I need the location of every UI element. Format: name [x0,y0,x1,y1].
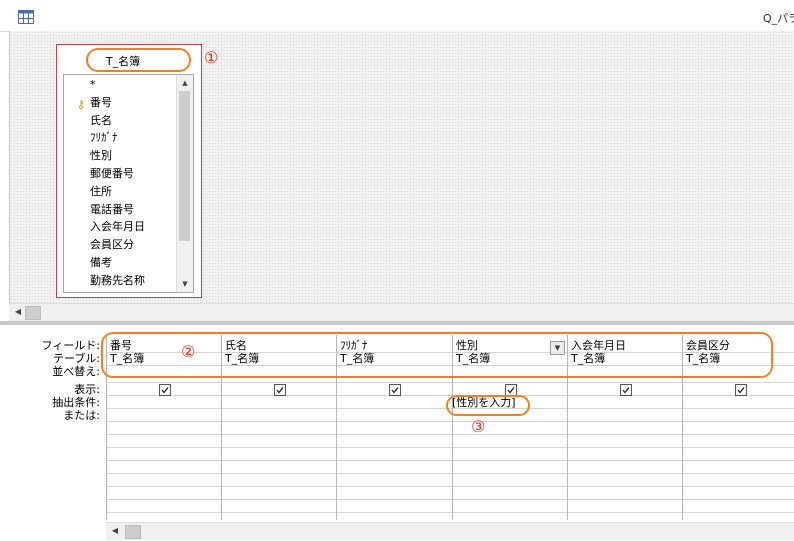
field-name: * [90,78,96,91]
field-name: 備考 [90,256,112,269]
grid-row-divider [106,382,794,383]
annotation-oval-criteria [446,395,530,416]
field-name: ﾌﾘｶﾞﾅ [90,131,118,145]
field-name: 電話番号 [90,202,134,216]
title-bar: Q_パラ [0,0,794,32]
field-name: 会員区分 [90,238,134,252]
show-checkbox[interactable] [274,384,286,396]
row-label-or: または: [63,409,100,422]
field-list-scrollbar[interactable]: ▲ ▼ [176,75,193,292]
show-checkbox[interactable] [389,384,401,396]
table-field-list-window[interactable]: T_名簿 勤務先名称 備考 会員区分 入会年月日 電話番号 住所 郵便番号 性別 ﾌﾘｶﾞﾅ 氏名… [56,44,202,298]
annotation-oval-field-table-rows [101,332,773,378]
field-list[interactable]: 勤務先名称 備考 会員区分 入会年月日 電話番号 住所 郵便番号 性別 ﾌﾘｶﾞﾅ 氏名 ⚷ 番号 * … [63,74,194,293]
grid-row-divider [106,486,794,487]
grid-row-divider [106,460,794,461]
field-name: 住所 [90,184,112,198]
annotation-number-2: ② [181,342,196,361]
row-label-table: テーブル: [52,352,100,365]
scroll-thumb[interactable] [179,91,190,241]
scroll-down-arrow-icon[interactable]: ▼ [178,277,192,291]
show-checkbox[interactable] [159,384,171,396]
scroll-thumb[interactable] [125,525,141,539]
field-name: 入会年月日 [90,220,145,234]
annotation-oval-table-name [86,48,191,72]
grid-row-divider [106,421,794,422]
scroll-thumb[interactable] [25,306,41,320]
field-name: 性別 [90,149,112,163]
window-title: Q_パラ [763,12,794,25]
scroll-up-arrow-icon[interactable]: ▲ [178,76,192,90]
field-name: 勤務先名称 [90,273,145,287]
show-checkbox[interactable] [620,384,632,396]
annotation-number-1: ① [204,48,219,67]
field-name: 郵便番号 [90,167,134,180]
row-label-show: 表示: [74,383,100,396]
row-label-field: フィールド: [41,339,101,352]
primary-key-icon: ⚷ [77,97,86,111]
query-design-icon [18,10,34,24]
grid-row-divider [106,499,794,500]
row-label-criteria: 抽出条件: [52,396,100,409]
scroll-left-arrow-icon[interactable]: ◀ [108,524,122,538]
scroll-left-arrow-icon[interactable]: ◀ [11,305,25,319]
grid-row-divider [106,512,794,513]
annotation-number-3: ③ [471,417,486,436]
grid-row-divider [106,447,794,448]
grid-horizontal-scrollbar[interactable]: ◀ [106,522,794,540]
row-label-sort: 並べ替え: [52,365,100,378]
grid-row-divider [106,473,794,474]
field-name: 氏名 [90,113,112,127]
table-pane-horizontal-scrollbar[interactable]: ◀ [9,303,794,321]
show-checkbox[interactable] [735,384,747,396]
grid-row-divider [106,434,794,435]
field-name: 番号 [90,95,112,109]
